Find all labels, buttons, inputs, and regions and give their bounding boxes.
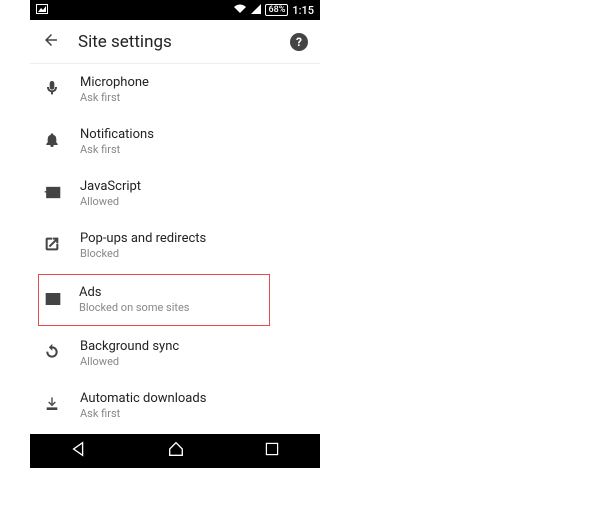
setting-title: Automatic downloads xyxy=(80,391,308,407)
microphone-icon xyxy=(44,80,60,100)
settings-list: Microphone Ask first Notifications Ask f… xyxy=(30,64,320,434)
setting-sub: Ask first xyxy=(80,407,308,421)
setting-microphone[interactable]: Microphone Ask first xyxy=(30,64,320,116)
page-title: Site settings xyxy=(60,32,290,52)
image-icon xyxy=(36,4,48,17)
device-frame: 68% 1:15 Site settings ? Microphone Ask … xyxy=(30,0,320,468)
download-icon xyxy=(44,396,60,416)
battery-indicator: 68% xyxy=(265,4,288,16)
nav-home-icon[interactable] xyxy=(167,440,185,462)
ads-icon xyxy=(45,291,61,310)
help-icon[interactable]: ? xyxy=(290,33,308,51)
setting-title: Ads xyxy=(79,285,263,301)
nav-recent-icon[interactable] xyxy=(264,441,280,461)
setting-sub: Ask first xyxy=(80,91,308,105)
setting-javascript[interactable]: JavaScript Allowed xyxy=(30,168,320,220)
bell-icon xyxy=(44,132,60,152)
setting-title: JavaScript xyxy=(80,179,308,195)
setting-sub: Allowed xyxy=(80,355,308,369)
setting-ads[interactable]: Ads Blocked on some sites xyxy=(38,274,270,326)
setting-title: Background sync xyxy=(80,339,308,355)
setting-notifications[interactable]: Notifications Ask first xyxy=(30,116,320,168)
javascript-icon xyxy=(44,185,61,204)
back-icon[interactable] xyxy=(42,31,60,53)
sync-icon xyxy=(44,344,60,364)
setting-background-sync[interactable]: Background sync Allowed xyxy=(30,328,320,380)
navigation-bar xyxy=(30,434,320,468)
wifi-icon xyxy=(233,4,247,17)
signal-icon xyxy=(251,4,261,17)
setting-popups[interactable]: Pop-ups and redirects Blocked xyxy=(30,220,320,272)
setting-sub: Allowed xyxy=(80,195,308,209)
nav-back-icon[interactable] xyxy=(70,440,88,462)
status-bar: 68% 1:15 xyxy=(30,0,320,20)
open-in-new-icon xyxy=(44,236,60,256)
setting-title: Pop-ups and redirects xyxy=(80,231,308,247)
setting-title: Notifications xyxy=(80,127,308,143)
app-bar: Site settings ? xyxy=(30,20,320,64)
setting-sub: Blocked xyxy=(80,247,308,261)
setting-sub: Ask first xyxy=(80,143,308,157)
setting-title: Microphone xyxy=(80,75,308,91)
setting-sub: Blocked on some sites xyxy=(79,301,263,315)
setting-automatic-downloads[interactable]: Automatic downloads Ask first xyxy=(30,380,320,432)
clock: 1:15 xyxy=(292,4,314,17)
